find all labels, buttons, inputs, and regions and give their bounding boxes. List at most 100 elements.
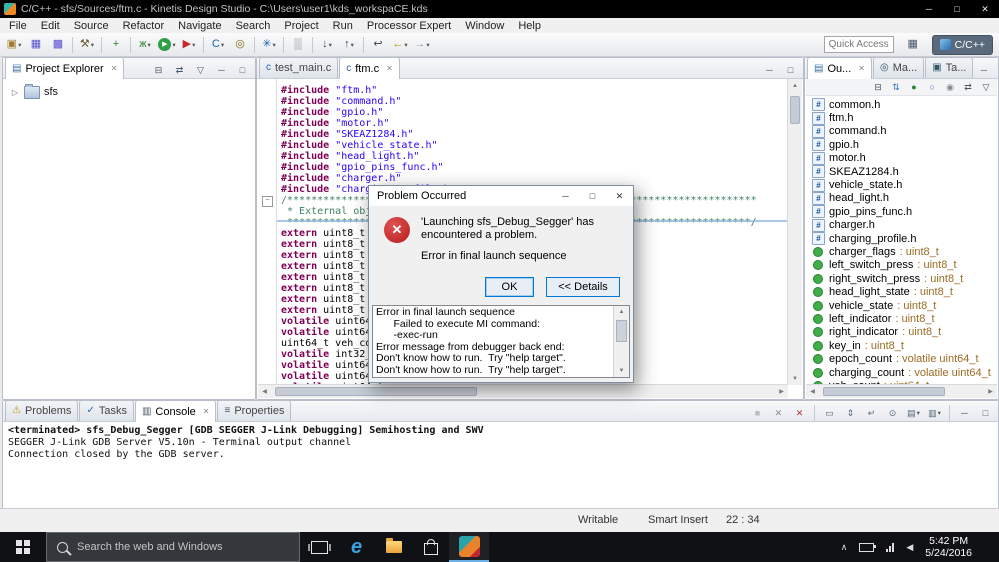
close-window-button[interactable]: ✕ xyxy=(971,0,999,18)
sort-icon[interactable]: ⇅ xyxy=(887,80,905,94)
maximize-view-icon[interactable]: □ xyxy=(781,62,800,78)
tab-project-explorer[interactable]: ▤ Project Explorer ✕ xyxy=(5,57,125,79)
open-console-icon[interactable]: ▥ ▾ xyxy=(925,405,944,421)
last-edit-location-icon[interactable]: ↩ xyxy=(367,35,389,55)
collapse-all-icon[interactable]: ⊟ xyxy=(869,80,887,94)
back-icon[interactable]: ← ▾ xyxy=(389,35,411,55)
outline-item[interactable]: charger_flags : uint8_t xyxy=(806,245,997,258)
outline-item[interactable]: left_indicator : uint8_t xyxy=(806,312,997,325)
scrollbar-track[interactable] xyxy=(788,92,802,372)
scroll-right-icon[interactable]: ▶ xyxy=(984,385,997,398)
edge-browser-button[interactable]: e xyxy=(338,532,375,562)
start-button[interactable] xyxy=(0,532,46,562)
new-c-file-icon[interactable]: C ▾ xyxy=(207,35,229,55)
link-with-editor-icon[interactable]: ⇄ xyxy=(959,80,977,94)
terminate-icon[interactable]: ■ xyxy=(748,405,767,421)
minimize-window-button[interactable]: ─ xyxy=(915,0,943,18)
tab-console[interactable]: ▥ Console ✕ xyxy=(134,400,217,422)
editor-horizontal-scrollbar[interactable]: ◀ ▶ xyxy=(258,384,788,398)
new-wizard-icon[interactable]: ▣ ▾ xyxy=(3,35,25,55)
volume-icon[interactable]: ◀ xyxy=(906,542,913,553)
remove-launch-icon[interactable]: ✕ xyxy=(769,405,788,421)
quick-access-input[interactable]: Quick Access xyxy=(823,36,894,53)
outline-item[interactable]: right_indicator : uint8_t xyxy=(806,326,997,339)
link-with-editor-icon[interactable]: ⇄ xyxy=(170,62,189,78)
taskbar-clock[interactable]: 5:42 PM 5/24/2016 xyxy=(925,535,972,559)
scroll-right-icon[interactable]: ▶ xyxy=(775,385,788,398)
outline-horizontal-scrollbar[interactable]: ◀ ▶ xyxy=(806,384,997,398)
expander-icon[interactable]: ▷ xyxy=(10,88,20,97)
clear-console-icon[interactable]: ▭ xyxy=(820,405,839,421)
minimize-view-icon[interactable]: ─ xyxy=(760,62,779,78)
menu-help[interactable]: Help xyxy=(511,18,548,33)
close-icon[interactable]: ✕ xyxy=(386,64,393,73)
editor-vertical-scrollbar[interactable]: ▲ ▼ xyxy=(787,79,802,385)
scrollbar-thumb[interactable] xyxy=(823,387,945,396)
outline-item[interactable]: key_in : uint8_t xyxy=(806,339,997,352)
outline-item[interactable]: vehicle_state : uint8_t xyxy=(806,299,997,312)
cpp-perspective-button[interactable]: C/C++ xyxy=(931,34,993,55)
new-connection-icon[interactable]: + xyxy=(105,35,127,55)
scroll-up-icon[interactable]: ▲ xyxy=(789,79,802,92)
outline-item[interactable]: right_switch_press : uint8_t xyxy=(806,272,997,285)
file-explorer-button[interactable] xyxy=(375,532,412,562)
menu-edit[interactable]: Edit xyxy=(34,18,67,33)
save-all-icon[interactable]: ▩ xyxy=(47,35,69,55)
menu-refactor[interactable]: Refactor xyxy=(116,18,172,33)
view-menu-icon[interactable]: ▽ xyxy=(191,62,210,78)
outline-item[interactable]: # head_light.h xyxy=(806,191,997,205)
collapse-all-icon[interactable]: ⊟ xyxy=(149,62,168,78)
menu-source[interactable]: Source xyxy=(67,18,116,33)
maximize-window-button[interactable]: □ xyxy=(943,0,971,18)
display-selected-console-icon[interactable]: ▤ ▾ xyxy=(904,405,923,421)
maximize-view-icon[interactable]: □ xyxy=(976,405,995,421)
details-toggle-button[interactable]: << Details xyxy=(546,277,620,297)
outline-item[interactable]: left_switch_press : uint8_t xyxy=(806,259,997,272)
hidden-icons-chevron[interactable]: ∧ xyxy=(841,542,848,553)
outline-item[interactable]: epoch_count : volatile uint64_t xyxy=(806,352,997,365)
dialog-title-bar[interactable]: Problem Occurred ─ □ ✕ xyxy=(369,186,633,206)
windows-store-button[interactable] xyxy=(412,532,449,562)
close-icon[interactable]: ✕ xyxy=(203,407,210,416)
scroll-left-icon[interactable]: ◀ xyxy=(258,385,271,398)
next-annotation-icon[interactable]: ↓ ▾ xyxy=(316,35,338,55)
tab-tasks[interactable]: ✓ Tasks xyxy=(79,400,134,421)
fold-marker-icon[interactable]: − xyxy=(262,196,273,207)
run-icon[interactable]: ▶ ▾ xyxy=(156,35,178,55)
taskbar-search-input[interactable]: Search the web and Windows xyxy=(46,532,300,562)
details-text[interactable]: Error in final launch sequence Failed to… xyxy=(373,306,613,377)
open-perspective-button[interactable]: ▦ xyxy=(902,35,924,55)
tab-problems[interactable]: ⚠ Problems xyxy=(5,400,79,421)
tab-properties[interactable]: ≡ Properties xyxy=(217,400,292,421)
ok-button[interactable]: OK xyxy=(485,277,534,297)
tab-task-list[interactable]: ▣ Ta... xyxy=(925,57,974,78)
menu-project[interactable]: Project xyxy=(277,18,325,33)
tab-test-main-c[interactable]: c test_main.c xyxy=(259,57,339,78)
tab-make-targets[interactable]: ◎ Ma... xyxy=(873,57,925,78)
build-icon[interactable]: ⚒ ▾ xyxy=(76,35,98,55)
outline-item[interactable]: # common.h xyxy=(806,98,997,112)
console-output[interactable]: <terminated> sfs_Debug_Segger [GDB SEGGE… xyxy=(4,422,997,508)
outline-item[interactable]: # gpio_pins_func.h xyxy=(806,205,997,219)
outline-item[interactable]: # vehicle_state.h xyxy=(806,178,997,192)
minimize-view-icon[interactable]: ─ xyxy=(212,62,231,78)
menu-window[interactable]: Window xyxy=(458,18,511,33)
tab-outline[interactable]: ▤ Ou... ✕ xyxy=(807,57,872,79)
mark-occurrences-icon[interactable]: ▒ xyxy=(287,35,309,55)
scrollbar-thumb[interactable] xyxy=(790,96,800,124)
hide-non-public-icon[interactable]: ◉ xyxy=(941,80,959,94)
battery-icon[interactable] xyxy=(859,542,877,552)
minimize-view-icon[interactable]: ─ xyxy=(955,405,974,421)
outline-tree[interactable]: # common.h # ftm.h # command.h # gpio.h # motor.h… xyxy=(806,96,997,385)
scroll-down-icon[interactable]: ▼ xyxy=(615,365,629,377)
outline-item[interactable]: charging_count : volatile uint64_t xyxy=(806,366,997,379)
scroll-lock-icon[interactable]: ⇕ xyxy=(841,405,860,421)
menu-run[interactable]: Run xyxy=(326,18,360,33)
menu-navigate[interactable]: Navigate xyxy=(171,18,228,33)
hide-fields-icon[interactable]: ● xyxy=(905,80,923,94)
outline-item[interactable]: # ftm.h xyxy=(806,111,997,125)
project-tree[interactable]: ▷ sfs xyxy=(4,79,254,398)
pin-console-icon[interactable]: ⊙ xyxy=(883,405,902,421)
scrollbar-thumb[interactable] xyxy=(616,320,627,342)
kds-taskbar-button[interactable] xyxy=(449,532,489,562)
